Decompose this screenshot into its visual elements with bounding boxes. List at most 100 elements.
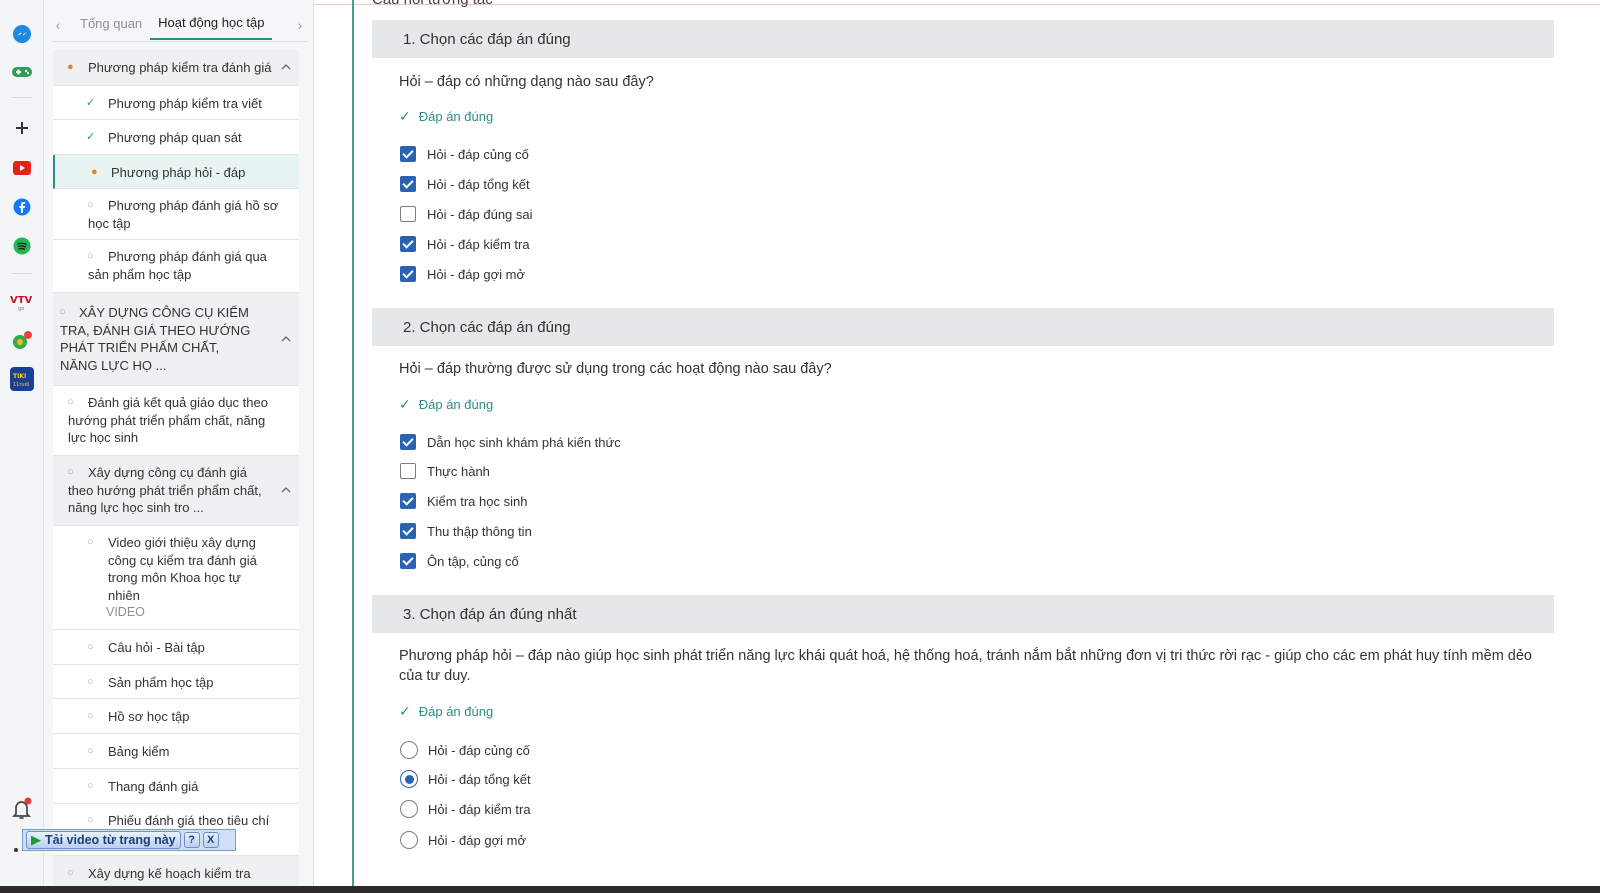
correct-answer-text: Đáp án đúng xyxy=(418,704,494,719)
correct-answer-text: Đáp án đúng xyxy=(418,109,494,124)
answer-option[interactable]: Hỏi - đáp củng cố xyxy=(400,146,529,162)
answer-option[interactable]: Thực hành xyxy=(400,463,490,479)
answer-option[interactable]: Hỏi - đáp kiểm tra xyxy=(400,800,531,818)
tab-overview[interactable]: Tổng quan xyxy=(72,12,150,39)
answer-option[interactable]: Hỏi - đáp củng cố xyxy=(400,741,530,759)
correct-answer-text: Đáp án đúng xyxy=(418,397,494,412)
question-header: 1. Chọn các đáp án đúng xyxy=(372,20,1554,58)
answer-option[interactable]: Hỏi - đáp kiểm tra xyxy=(400,236,530,252)
sidebar-item-label: Xây dựng kế hoạch kiểm tra xyxy=(88,866,251,881)
sidebar-item-video[interactable]: ○ Video giới thiệu xây dựng công cụ kiểm… xyxy=(53,526,299,630)
answer-option[interactable]: Ôn tập, củng cố xyxy=(400,553,519,569)
help-button[interactable]: ? xyxy=(183,832,200,848)
appbar-divider xyxy=(12,273,32,274)
main-content: Câu hỏi tương tác 1. Chọn các đáp án đún… xyxy=(352,0,1600,893)
bell-icon[interactable] xyxy=(10,797,34,821)
checkbox-checked[interactable] xyxy=(400,236,416,252)
close-button[interactable]: X xyxy=(202,832,219,848)
appbar-divider xyxy=(12,97,32,98)
svg-text:TIKI: TIKI xyxy=(13,373,26,380)
checkbox-checked[interactable] xyxy=(400,176,416,192)
facebook-icon[interactable] xyxy=(10,195,34,219)
youtube-icon[interactable] xyxy=(10,156,34,180)
answer-option[interactable]: Thu thập thông tin xyxy=(400,523,532,539)
check-icon: ✓ xyxy=(399,396,411,412)
checkbox-checked[interactable] xyxy=(400,493,416,509)
answer-option[interactable]: Dẫn học sinh khám phá kiến thức xyxy=(400,434,621,450)
checkbox-checked[interactable] xyxy=(400,266,416,282)
checkbox-checked[interactable] xyxy=(400,523,416,539)
checkbox-unchecked[interactable] xyxy=(400,206,416,222)
option-label: Hỏi - đáp tổng kết xyxy=(427,176,530,192)
radio-selected[interactable] xyxy=(400,770,418,788)
svg-text:VTV: VTV xyxy=(10,295,33,306)
answer-option[interactable]: Hỏi - đáp gợi mở xyxy=(400,831,526,849)
sidebar-item-lesson[interactable]: ○ Phương pháp đánh giá hồ sơ học tập xyxy=(53,189,299,240)
answer-option[interactable]: Hỏi - đáp gợi mở xyxy=(400,266,525,282)
option-label: Hỏi - đáp củng cố xyxy=(428,742,530,758)
option-label: Hỏi - đáp gợi mở xyxy=(427,266,525,282)
sidebar-item-lesson[interactable]: ○ Sản phẩm học tập xyxy=(53,665,299,699)
question-text: Hỏi – đáp có những dạng nào sau đây? xyxy=(399,74,654,90)
tab-prev-arrow-icon[interactable]: ‹ xyxy=(44,17,72,33)
not-started-dot-icon: ○ xyxy=(87,641,94,653)
download-video-button[interactable]: ▶ Tải video từ trang này xyxy=(26,831,181,849)
sidebar-item-lesson[interactable]: ○ Câu hỏi - Bài tập xyxy=(53,630,299,665)
vtv-go-icon[interactable]: VTV go xyxy=(10,290,34,314)
svg-text:11rudi: 11rudi xyxy=(13,382,29,388)
option-label: Hỏi - đáp kiểm tra xyxy=(428,801,531,817)
sidebar-item-section[interactable]: ○ Xây dựng công cụ đánh giá theo hướng p… xyxy=(53,456,299,526)
not-started-dot-icon: ○ xyxy=(87,814,94,826)
sidebar-item-current-lesson[interactable]: ● Phương pháp hỏi - đáp xyxy=(53,155,299,189)
option-label: Hỏi - đáp đúng sai xyxy=(427,206,533,222)
sidebar-item-lesson[interactable]: ✓ Phương pháp kiểm tra viết xyxy=(53,86,299,120)
checkbox-unchecked[interactable] xyxy=(400,463,416,479)
sidebar-item-lesson[interactable]: ○ Thang đánh giá xyxy=(53,769,299,804)
tiki-icon[interactable]: TIKI 11rudi xyxy=(10,367,34,391)
question-header: 2. Chọn các đáp án đúng xyxy=(372,308,1554,346)
sidebar-item-section[interactable]: ○ XÂY DỰNG CÔNG CỤ KIỂM TRA, ĐÁNH GIÁ TH… xyxy=(53,293,299,386)
tab-next-arrow-icon[interactable]: › xyxy=(286,17,313,33)
game-controller-icon[interactable] xyxy=(10,60,34,84)
app-launcher-bar: VTV go TIKI 11rudi xyxy=(0,0,44,893)
sidebar-item-label: Phương pháp đánh giá hồ sơ học tập xyxy=(88,198,279,231)
option-label: Hỏi - đáp gợi mở xyxy=(428,832,526,848)
checkbox-checked[interactable] xyxy=(400,553,416,569)
radio-unselected[interactable] xyxy=(400,831,418,849)
answer-option[interactable]: Hỏi - đáp đúng sai xyxy=(400,206,533,222)
sidebar-item-lesson[interactable]: ○ Hồ sơ học tập xyxy=(53,699,299,734)
sidebar-item-lesson[interactable]: ○ Phương pháp đánh giá qua sản phẩm học … xyxy=(53,240,299,293)
answer-option[interactable]: Kiểm tra học sinh xyxy=(400,493,527,509)
maps-icon[interactable] xyxy=(10,329,34,353)
chevron-up-icon[interactable] xyxy=(281,334,291,344)
messenger-icon[interactable] xyxy=(10,22,34,46)
radio-unselected[interactable] xyxy=(400,741,418,759)
spotify-icon[interactable] xyxy=(10,234,34,258)
lesson-list: ● Phương pháp kiểm tra đánh giá ✓ Phương… xyxy=(53,50,299,893)
checkbox-checked[interactable] xyxy=(400,434,416,450)
sidebar-item-label: Phiếu đánh giá theo tiêu chí xyxy=(108,813,270,828)
check-icon: ✓ xyxy=(399,703,411,719)
sidebar-item-section[interactable]: ● Phương pháp kiểm tra đánh giá xyxy=(53,50,299,86)
plus-icon[interactable] xyxy=(10,116,34,140)
correct-answer-label: ✓ Đáp án đúng xyxy=(399,703,493,720)
not-started-dot-icon: ○ xyxy=(87,710,94,722)
sidebar-item-lesson[interactable]: ✓ Phương pháp quan sát xyxy=(53,120,299,155)
chevron-up-icon[interactable] xyxy=(281,485,291,495)
radio-unselected[interactable] xyxy=(400,800,418,818)
chevron-up-icon[interactable] xyxy=(281,62,291,72)
tab-learning-activities[interactable]: Hoạt động học tập xyxy=(150,11,273,40)
sidebar-item-label: Phương pháp quan sát xyxy=(108,130,242,145)
sidebar-item-label: Sản phẩm học tập xyxy=(108,675,214,690)
option-label: Hỏi - đáp tổng kết xyxy=(428,771,531,787)
sidebar-item-lesson[interactable]: ○ Bảng kiểm xyxy=(53,734,299,769)
answer-option[interactable]: Hỏi - đáp tổng kết xyxy=(400,176,530,192)
status-dot xyxy=(14,848,18,852)
sidebar-item-label: Xây dựng công cụ đánh giá theo hướng phá… xyxy=(68,465,262,515)
download-video-label: Tải video từ trang này xyxy=(45,833,176,847)
sidebar-item-lesson[interactable]: ○ Đánh giá kết quả giáo dục theo hướng p… xyxy=(53,386,299,456)
checkbox-checked[interactable] xyxy=(400,146,416,162)
answer-option[interactable]: Hỏi - đáp tổng kết xyxy=(400,770,531,788)
question-header: 3. Chọn đáp án đúng nhất xyxy=(372,595,1554,633)
sidebar-item-label: Phương pháp đánh giá qua sản phẩm học tậ… xyxy=(88,249,267,282)
